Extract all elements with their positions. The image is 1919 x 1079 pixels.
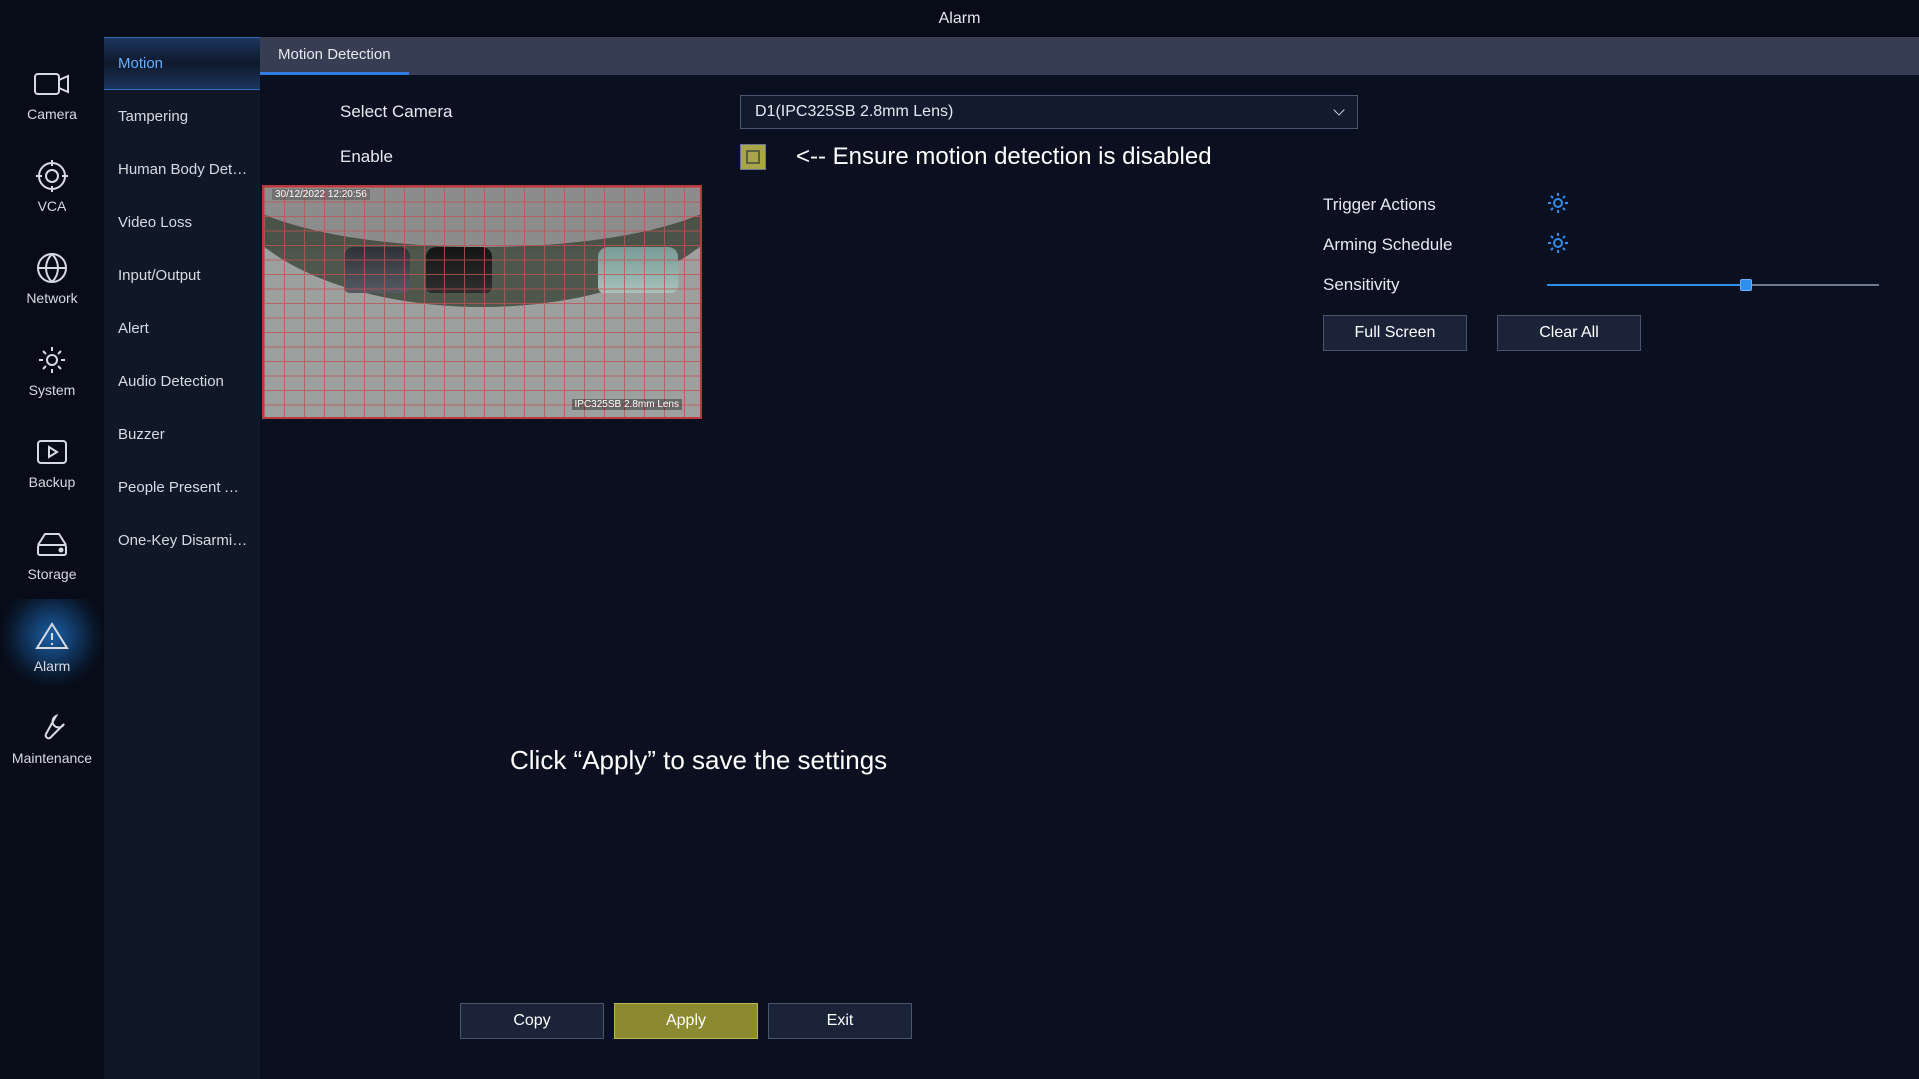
rail-item-network[interactable]: Network	[0, 231, 104, 323]
preview-camera-label: IPC325SB 2.8mm Lens	[572, 399, 683, 410]
preview-car	[344, 247, 410, 293]
sensitivity-slider[interactable]	[1547, 278, 1879, 292]
preview-timestamp: 30/12/2022 12:20:56	[272, 189, 370, 200]
window-title: Alarm	[0, 0, 1919, 37]
sub-nav: Motion Tampering Human Body Detecti.. Vi…	[104, 37, 260, 1079]
subnav-item-video-loss[interactable]: Video Loss	[104, 196, 260, 249]
subnav-item-tampering[interactable]: Tampering	[104, 90, 260, 143]
subnav-item-human-body[interactable]: Human Body Detecti..	[104, 143, 260, 196]
select-camera-dropdown[interactable]: D1(IPC325SB 2.8mm Lens)	[740, 95, 1358, 129]
disk-icon	[35, 531, 69, 557]
gear-icon	[1547, 192, 1569, 214]
subnav-item-motion[interactable]: Motion	[104, 37, 260, 90]
preview-car	[426, 247, 492, 293]
chevron-down-icon	[1333, 104, 1344, 115]
trigger-actions-settings[interactable]	[1547, 192, 1569, 219]
rail-label: VCA	[38, 198, 67, 214]
annotation-apply: Click “Apply” to save the settings	[510, 745, 887, 776]
full-screen-button[interactable]: Full Screen	[1323, 315, 1467, 351]
copy-button[interactable]: Copy	[460, 1003, 604, 1039]
clear-all-button[interactable]: Clear All	[1497, 315, 1641, 351]
exit-button[interactable]: Exit	[768, 1003, 912, 1039]
tab-motion-detection[interactable]: Motion Detection	[260, 37, 409, 75]
left-rail: Camera VCA Network System Backup Storage…	[0, 37, 104, 1079]
subnav-item-people-present[interactable]: People Present Alarm	[104, 461, 260, 514]
globe-icon	[36, 252, 68, 284]
preview-car	[598, 247, 678, 293]
rail-label: Storage	[27, 566, 76, 582]
rail-label: Alarm	[34, 658, 71, 674]
gear-icon	[1547, 232, 1569, 254]
main-panel: Motion Detection Select Camera D1(IPC325…	[260, 37, 1919, 1079]
rail-item-maintenance[interactable]: Maintenance	[0, 691, 104, 783]
rail-label: Backup	[29, 474, 76, 490]
rail-item-camera[interactable]: Camera	[0, 47, 104, 139]
rail-label: Maintenance	[12, 750, 92, 766]
enable-checkbox[interactable]	[740, 144, 766, 170]
annotation-enable: <-- Ensure motion detection is disabled	[796, 143, 1212, 171]
arming-schedule-settings[interactable]	[1547, 232, 1569, 259]
rail-item-alarm[interactable]: Alarm	[0, 599, 104, 691]
gear-icon	[36, 344, 68, 376]
apply-button[interactable]: Apply	[614, 1003, 758, 1039]
rail-item-backup[interactable]: Backup	[0, 415, 104, 507]
select-camera-label: Select Camera	[340, 102, 740, 122]
tab-strip: Motion Detection	[260, 37, 1919, 75]
rail-label: System	[29, 382, 76, 398]
subnav-item-buzzer[interactable]: Buzzer	[104, 408, 260, 461]
rail-label: Network	[26, 290, 77, 306]
arming-schedule-label: Arming Schedule	[1323, 235, 1547, 255]
rail-item-vca[interactable]: VCA	[0, 139, 104, 231]
rail-label: Camera	[27, 106, 77, 122]
subnav-item-alert[interactable]: Alert	[104, 302, 260, 355]
trigger-actions-label: Trigger Actions	[1323, 195, 1547, 215]
alert-icon	[35, 621, 69, 651]
preview-area[interactable]: 30/12/2022 12:20:56 IPC325SB 2.8mm Lens	[262, 185, 702, 419]
rail-item-system[interactable]: System	[0, 323, 104, 415]
subnav-item-one-key-disarm[interactable]: One-Key Disarming	[104, 514, 260, 567]
wrench-icon	[36, 712, 68, 744]
subnav-item-audio-detection[interactable]: Audio Detection	[104, 355, 260, 408]
camera-icon	[34, 71, 70, 97]
rail-item-storage[interactable]: Storage	[0, 507, 104, 599]
select-camera-value: D1(IPC325SB 2.8mm Lens)	[755, 103, 953, 121]
target-icon	[36, 160, 68, 192]
play-rect-icon	[36, 439, 68, 465]
enable-label: Enable	[340, 147, 740, 167]
sensitivity-label: Sensitivity	[1323, 275, 1547, 295]
subnav-item-input-output[interactable]: Input/Output	[104, 249, 260, 302]
